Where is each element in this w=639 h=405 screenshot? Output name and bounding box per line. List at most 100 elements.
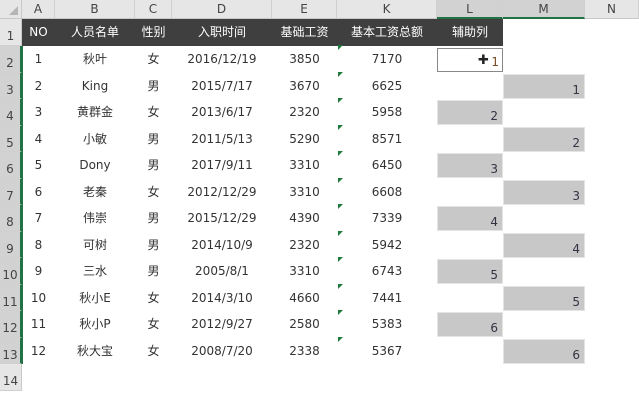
table-cell[interactable]: 女 — [135, 285, 172, 312]
table-cell[interactable]: 男 — [135, 232, 172, 259]
table-cell[interactable]: 2320 — [272, 232, 337, 259]
table-cell[interactable]: 2008/7/20 — [172, 338, 272, 365]
column-header-E[interactable]: E — [272, 0, 337, 19]
table-cell[interactable]: 2012/9/27 — [172, 311, 272, 338]
table-cell[interactable]: 7170 — [337, 46, 437, 73]
helper-cell-L[interactable]: 4 — [437, 206, 503, 231]
table-cell[interactable]: 2014/3/10 — [172, 285, 272, 312]
table-cell[interactable]: 5367 — [337, 338, 437, 365]
row-header-13[interactable]: 13 — [0, 337, 22, 364]
row-header-8[interactable]: 8 — [0, 205, 22, 232]
table-cell[interactable]: 2005/8/1 — [172, 258, 272, 285]
table-cell[interactable]: 3 — [22, 99, 55, 126]
table-cell[interactable]: 秋叶 — [55, 46, 135, 73]
table-cell[interactable]: 2015/12/29 — [172, 205, 272, 232]
row-header-14[interactable]: 14 — [0, 364, 22, 391]
header-cell[interactable]: 人员名单 — [55, 19, 135, 46]
table-cell[interactable]: 6743 — [337, 258, 437, 285]
table-cell[interactable]: 秋大宝 — [55, 338, 135, 365]
column-header-N[interactable]: N — [585, 0, 639, 19]
header-cell[interactable]: 入职时间 — [172, 19, 272, 46]
row-header-2[interactable]: 2 — [0, 46, 22, 73]
selected-cell-L2[interactable]: 1 — [437, 48, 503, 72]
row-header-1[interactable]: 1 — [0, 19, 22, 46]
helper-cell-L[interactable]: 3 — [437, 153, 503, 178]
table-cell[interactable]: 5383 — [337, 311, 437, 338]
table-cell[interactable]: 2011/5/13 — [172, 126, 272, 153]
table-cell[interactable]: 男 — [135, 152, 172, 179]
table-cell[interactable]: 2015/7/17 — [172, 73, 272, 100]
table-cell[interactable]: 1 — [22, 46, 55, 73]
header-cell[interactable]: 性别 — [135, 19, 172, 46]
table-cell[interactable]: 男 — [135, 126, 172, 153]
column-header-B[interactable]: B — [55, 0, 135, 19]
header-cell[interactable]: 基本工资总额 — [337, 19, 437, 46]
table-cell[interactable]: 2012/12/29 — [172, 179, 272, 206]
table-cell[interactable]: 6625 — [337, 73, 437, 100]
helper-cell-M[interactable]: 1 — [503, 73, 585, 99]
row-header-11[interactable]: 11 — [0, 284, 22, 311]
helper-cell-L[interactable]: 6 — [437, 312, 503, 337]
table-cell[interactable]: 男 — [135, 73, 172, 100]
row-header-3[interactable]: 3 — [0, 72, 22, 99]
table-cell[interactable]: 6 — [22, 179, 55, 206]
table-cell[interactable]: 女 — [135, 338, 172, 365]
table-cell[interactable]: 伟崇 — [55, 205, 135, 232]
header-cell[interactable]: 辅助列 — [437, 19, 503, 46]
table-cell[interactable]: 2016/12/19 — [172, 46, 272, 73]
table-cell[interactable]: 3310 — [272, 179, 337, 206]
table-cell[interactable]: 5 — [22, 152, 55, 179]
column-header-D[interactable]: D — [172, 0, 272, 19]
row-header-5[interactable]: 5 — [0, 125, 22, 152]
table-cell[interactable]: 7339 — [337, 205, 437, 232]
table-cell[interactable]: 三水 — [55, 258, 135, 285]
table-cell[interactable]: 2013/6/17 — [172, 99, 272, 126]
table-cell[interactable]: 12 — [22, 338, 55, 365]
table-cell[interactable]: 10 — [22, 285, 55, 312]
table-cell[interactable]: 2320 — [272, 99, 337, 126]
table-cell[interactable]: 男 — [135, 205, 172, 232]
table-cell[interactable]: 3850 — [272, 46, 337, 73]
helper-cell-L[interactable]: 2 — [437, 100, 503, 125]
table-cell[interactable]: 女 — [135, 179, 172, 206]
table-cell[interactable]: 男 — [135, 258, 172, 285]
table-cell[interactable]: 8 — [22, 232, 55, 259]
column-header-M[interactable]: M — [503, 0, 585, 19]
table-cell[interactable]: 女 — [135, 46, 172, 73]
table-cell[interactable]: King — [55, 73, 135, 100]
table-cell[interactable]: 4390 — [272, 205, 337, 232]
select-all-button[interactable] — [0, 0, 22, 19]
table-cell[interactable]: Dony — [55, 152, 135, 179]
row-header-12[interactable]: 12 — [0, 311, 22, 338]
table-cell[interactable]: 8571 — [337, 126, 437, 153]
helper-cell-M[interactable]: 4 — [503, 232, 585, 258]
table-cell[interactable]: 3310 — [272, 152, 337, 179]
table-cell[interactable]: 2338 — [272, 338, 337, 365]
helper-cell-M[interactable]: 2 — [503, 126, 585, 152]
table-cell[interactable]: 3310 — [272, 258, 337, 285]
table-cell[interactable]: 2 — [22, 73, 55, 100]
helper-cell-L[interactable]: 5 — [437, 259, 503, 284]
table-cell[interactable]: 6608 — [337, 179, 437, 206]
header-cell[interactable]: NO — [22, 19, 55, 46]
helper-cell-M[interactable]: 6 — [503, 338, 585, 364]
table-cell[interactable]: 秋小P — [55, 311, 135, 338]
table-cell[interactable]: 秋小E — [55, 285, 135, 312]
row-header-10[interactable]: 10 — [0, 258, 22, 285]
row-header-4[interactable]: 4 — [0, 99, 22, 126]
column-header-A[interactable]: A — [22, 0, 55, 19]
table-cell[interactable]: 5958 — [337, 99, 437, 126]
table-cell[interactable]: 2014/10/9 — [172, 232, 272, 259]
table-cell[interactable]: 11 — [22, 311, 55, 338]
table-cell[interactable]: 2580 — [272, 311, 337, 338]
row-header-9[interactable]: 9 — [0, 231, 22, 258]
table-cell[interactable]: 7 — [22, 205, 55, 232]
table-cell[interactable]: 3670 — [272, 73, 337, 100]
row-header-6[interactable]: 6 — [0, 152, 22, 179]
table-cell[interactable]: 5942 — [337, 232, 437, 259]
row-header-7[interactable]: 7 — [0, 178, 22, 205]
column-header-L[interactable]: L — [437, 0, 503, 19]
table-cell[interactable]: 小敏 — [55, 126, 135, 153]
table-cell[interactable]: 9 — [22, 258, 55, 285]
table-cell[interactable]: 女 — [135, 311, 172, 338]
